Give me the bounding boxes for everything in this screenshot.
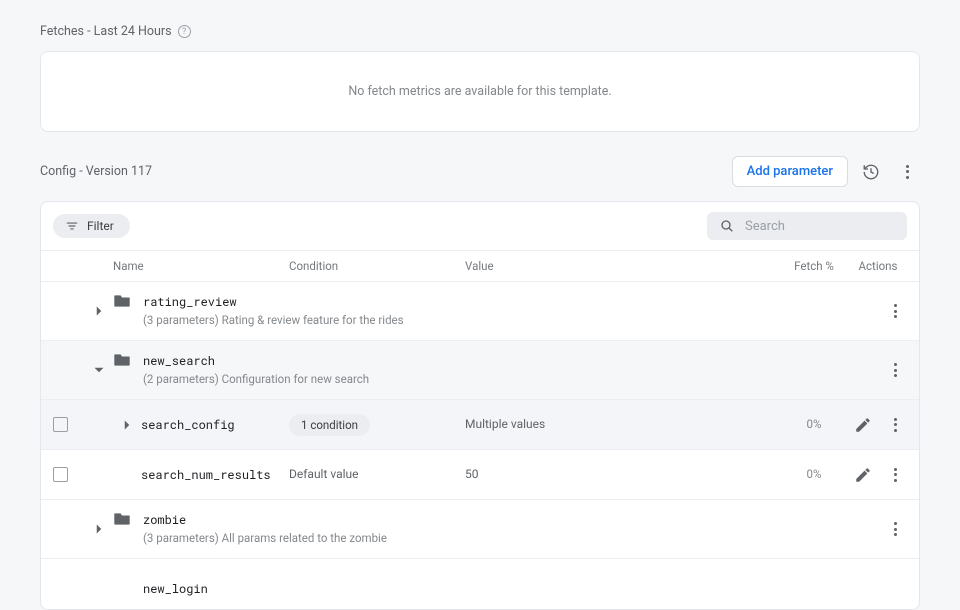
condition-text: Default value [289, 467, 359, 481]
kebab-icon [894, 468, 897, 482]
chevron-right-icon [90, 302, 108, 320]
folder-icon [113, 353, 131, 367]
edit-button[interactable] [851, 463, 875, 487]
chevron-right-icon [90, 520, 108, 538]
search-box[interactable] [707, 212, 907, 240]
condition-chip[interactable]: 1 condition [289, 414, 370, 436]
group-desc: (2 parameters) Configuration for new sea… [143, 371, 369, 387]
filter-label: Filter [87, 219, 114, 233]
kebab-icon [906, 165, 909, 179]
search-icon [719, 218, 735, 234]
kebab-icon [894, 418, 897, 432]
history-button[interactable] [858, 159, 884, 185]
row-menu-button[interactable] [883, 413, 907, 437]
fetch-percent: 0% [807, 467, 822, 481]
group-name: new_login [143, 581, 208, 597]
col-name: Name [111, 259, 289, 273]
row-menu-button[interactable] [883, 299, 907, 323]
table-row[interactable]: new_search (2 parameters) Configuration … [41, 341, 919, 400]
row-menu-button[interactable] [883, 358, 907, 382]
col-value: Value [465, 259, 779, 273]
filter-button[interactable]: Filter [53, 214, 130, 238]
row-expand-button[interactable] [90, 302, 108, 320]
folder-icon [113, 294, 131, 308]
add-parameter-button[interactable]: Add parameter [732, 156, 848, 187]
fetches-empty-message: No fetch metrics are available for this … [348, 84, 611, 99]
table-row[interactable]: search_num_results Default value 50 0% [41, 450, 919, 500]
table-row[interactable]: rating_review (3 parameters) Rating & re… [41, 282, 919, 341]
row-expand-button[interactable] [118, 416, 136, 434]
col-actions: Actions [849, 259, 907, 273]
col-fetch: Fetch % [779, 259, 849, 273]
param-value: Multiple values [465, 417, 545, 431]
folder-icon [113, 512, 131, 526]
config-table-panel: Filter Name Condition Value Fetch % Acti… [40, 201, 920, 610]
kebab-icon [894, 363, 897, 377]
fetches-empty-card: No fetch metrics are available for this … [40, 51, 920, 132]
config-title: Config - Version 117 [40, 164, 152, 179]
edit-button[interactable] [851, 413, 875, 437]
kebab-icon [894, 304, 897, 318]
row-menu-button[interactable] [883, 463, 907, 487]
fetches-section-title: Fetches - Last 24 Hours ? [40, 24, 920, 39]
param-name: search_num_results [141, 467, 271, 483]
row-expand-button[interactable] [90, 520, 108, 538]
group-desc: (3 parameters) All params related to the… [143, 530, 387, 546]
table-row[interactable]: search_config 1 condition Multiple value… [41, 400, 919, 450]
table-row[interactable]: new_login [41, 559, 919, 609]
pencil-icon [854, 466, 872, 484]
fetch-percent: 0% [807, 417, 822, 431]
search-input[interactable] [745, 219, 895, 234]
param-value: 50 [465, 467, 479, 481]
group-desc: (3 parameters) Rating & review feature f… [143, 312, 404, 328]
col-condition: Condition [289, 259, 465, 273]
param-name: search_config [141, 417, 235, 433]
help-icon[interactable]: ? [178, 25, 191, 38]
group-name: rating_review [143, 294, 404, 310]
pencil-icon [854, 416, 872, 434]
row-checkbox[interactable] [53, 467, 68, 482]
filter-icon [65, 219, 79, 233]
group-name: zombie [143, 512, 387, 528]
column-header-row: Name Condition Value Fetch % Actions [41, 251, 919, 282]
row-collapse-button[interactable] [90, 361, 108, 379]
history-icon [862, 163, 880, 181]
row-menu-button[interactable] [883, 517, 907, 541]
chevron-down-icon [90, 361, 108, 379]
chevron-right-icon [118, 416, 136, 434]
kebab-icon [894, 522, 897, 536]
fetches-title-text: Fetches - Last 24 Hours [40, 24, 172, 39]
row-checkbox[interactable] [53, 417, 68, 432]
more-menu-button[interactable] [894, 159, 920, 185]
table-row[interactable]: zombie (3 parameters) All params related… [41, 500, 919, 559]
group-name: new_search [143, 353, 369, 369]
